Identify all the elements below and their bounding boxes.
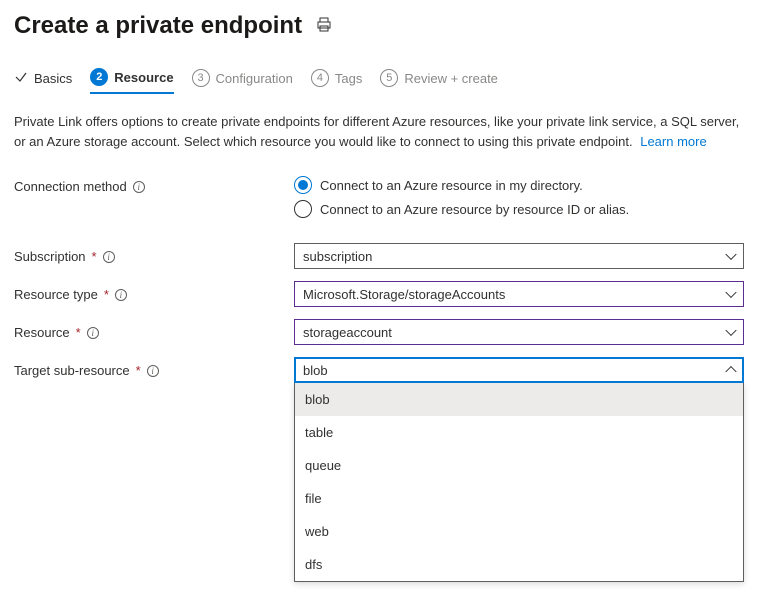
target-sub-resource-select[interactable]: blob [294,357,744,383]
target-sub-resource-dropdown: blob table queue file web dfs [294,383,744,582]
label-subscription: Subscription * i [14,243,294,264]
chevron-down-icon [725,287,736,298]
select-value: storageaccount [303,325,392,340]
label-target-sub-resource: Target sub-resource * i [14,357,294,378]
info-icon[interactable]: i [147,365,159,377]
required-indicator: * [76,325,81,340]
select-value: subscription [303,249,372,264]
subscription-select[interactable]: subscription [294,243,744,269]
row-resource: Resource * i storageaccount [14,319,744,345]
info-icon[interactable]: i [115,289,127,301]
row-target-sub-resource: Target sub-resource * i blob blob table … [14,357,744,582]
tab-review-create[interactable]: 5 Review + create [380,69,498,93]
tab-configuration[interactable]: 3 Configuration [192,69,293,93]
row-subscription: Subscription * i subscription [14,243,744,269]
select-value: blob [303,363,328,378]
radio-icon [294,176,312,194]
tab-tags[interactable]: 4 Tags [311,69,362,93]
label-resource-type: Resource type * i [14,281,294,302]
tab-badge: 5 [380,69,398,87]
intro-text: Private Link offers options to create pr… [14,112,744,151]
learn-more-link[interactable]: Learn more [640,134,706,149]
row-connection-method: Connection method i Connect to an Azure … [14,173,744,221]
page-title: Create a private endpoint [14,12,302,40]
info-icon[interactable]: i [133,181,145,193]
dropdown-item-table[interactable]: table [295,416,743,449]
tab-label: Tags [335,71,362,86]
radio-connect-directory[interactable]: Connect to an Azure resource in my direc… [294,173,744,197]
radio-label: Connect to an Azure resource in my direc… [320,178,583,193]
page-header: Create a private endpoint [14,12,744,40]
radio-icon [294,200,312,218]
dropdown-item-web[interactable]: web [295,515,743,548]
resource-select[interactable]: storageaccount [294,319,744,345]
tab-label: Resource [114,70,173,85]
chevron-down-icon [725,325,736,336]
select-value: Microsoft.Storage/storageAccounts [303,287,505,302]
radio-label: Connect to an Azure resource by resource… [320,202,629,217]
row-resource-type: Resource type * i Microsoft.Storage/stor… [14,281,744,307]
dropdown-item-blob[interactable]: blob [295,383,743,416]
tab-resource[interactable]: 2 Resource [90,68,173,94]
tab-basics[interactable]: Basics [14,70,72,93]
tab-badge: 4 [311,69,329,87]
dropdown-item-dfs[interactable]: dfs [295,548,743,581]
check-icon [14,70,28,87]
chevron-down-icon [725,249,736,260]
required-indicator: * [92,249,97,264]
dropdown-item-queue[interactable]: queue [295,449,743,482]
chevron-up-icon [725,366,736,377]
print-icon[interactable] [316,17,332,36]
label-resource: Resource * i [14,319,294,340]
tab-label: Configuration [216,71,293,86]
dropdown-item-file[interactable]: file [295,482,743,515]
radio-connect-resource-id[interactable]: Connect to an Azure resource by resource… [294,197,744,221]
tab-label: Review + create [404,71,498,86]
wizard-tabs: Basics 2 Resource 3 Configuration 4 Tags… [14,68,744,94]
required-indicator: * [104,287,109,302]
info-icon[interactable]: i [103,251,115,263]
tab-badge: 3 [192,69,210,87]
info-icon[interactable]: i [87,327,99,339]
label-connection-method: Connection method i [14,173,294,194]
tab-label: Basics [34,71,72,86]
required-indicator: * [136,363,141,378]
tab-badge: 2 [90,68,108,86]
resource-type-select[interactable]: Microsoft.Storage/storageAccounts [294,281,744,307]
